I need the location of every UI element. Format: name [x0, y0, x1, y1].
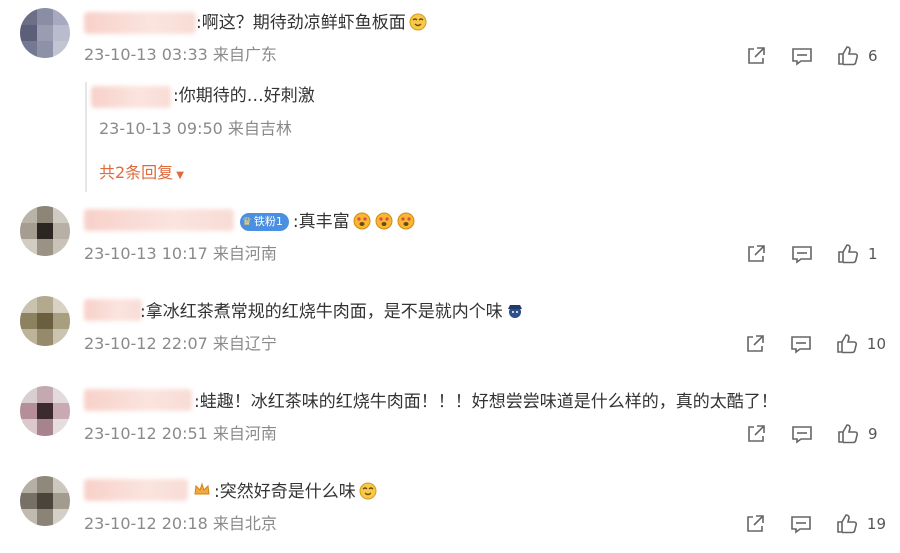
comment-actions: 1	[744, 241, 886, 267]
avatar[interactable]	[20, 476, 70, 526]
fan-crown-icon: ♛	[242, 215, 252, 228]
comment-icon[interactable]	[790, 44, 814, 68]
comment-text: ♛ 铁粉1:真丰富	[236, 210, 416, 234]
fan-badge: ♛ 铁粉1	[240, 213, 289, 231]
more-replies-link[interactable]: 共2条回复 ▼	[99, 159, 184, 183]
comment-icon[interactable]	[789, 332, 813, 356]
like-count: 9	[868, 425, 878, 443]
comment-text: :啊这？期待劲凉鲜虾鱼板面	[196, 11, 428, 35]
username[interactable]	[84, 479, 188, 501]
thumbs-up-icon[interactable]	[835, 332, 859, 356]
reply-meta: 23-10-13 09:50 来自吉林	[99, 119, 292, 138]
reply-text: :你期待的…好刺激	[173, 86, 315, 106]
avatar[interactable]	[20, 8, 70, 58]
comment-icon[interactable]	[790, 422, 814, 446]
emoji-icon	[409, 13, 427, 31]
fan-crown-icon	[194, 482, 210, 495]
comment-actions: 19	[743, 511, 886, 537]
username[interactable]	[84, 299, 142, 321]
comment-meta: 23-10-12 20:18 来自北京	[84, 514, 277, 533]
comment-actions: 6	[744, 43, 886, 69]
comment-text: :拿冰红茶煮常规的红烧牛肉面，是不是就内个味	[140, 300, 525, 324]
avatar[interactable]	[20, 386, 70, 436]
thumbs-up-icon[interactable]	[835, 512, 859, 536]
reply-username[interactable]	[91, 86, 171, 108]
share-icon[interactable]	[744, 242, 768, 266]
comment-icon[interactable]	[789, 512, 813, 536]
share-icon[interactable]	[744, 44, 768, 68]
reply-thread: :你期待的…好刺激 23-10-13 09:50 来自吉林 共2条回复 ▼	[85, 82, 885, 192]
comment-meta: 23-10-13 03:33 来自广东	[84, 45, 277, 64]
like-count: 6	[868, 47, 878, 65]
avatar[interactable]	[20, 296, 70, 346]
share-icon[interactable]	[744, 422, 768, 446]
comment-actions: 10	[743, 331, 886, 357]
share-icon[interactable]	[743, 512, 767, 536]
emoji-icon	[375, 212, 393, 230]
comment-text: :突然好奇是什么味	[190, 480, 378, 504]
comment-actions: 9	[744, 421, 886, 447]
thumbs-up-icon[interactable]	[836, 242, 860, 266]
comment-meta: 23-10-12 22:07 来自辽宁	[84, 334, 277, 353]
emoji-icon	[507, 305, 522, 318]
like-count: 19	[866, 515, 886, 533]
username[interactable]	[84, 389, 192, 411]
avatar[interactable]	[20, 206, 70, 256]
username[interactable]	[84, 209, 234, 231]
username[interactable]	[84, 12, 196, 34]
thumbs-up-icon[interactable]	[836, 422, 860, 446]
emoji-icon	[353, 212, 371, 230]
comment-icon[interactable]	[790, 242, 814, 266]
caret-down-icon: ▼	[176, 170, 184, 181]
comment-meta: 23-10-12 20:51 来自河南	[84, 424, 277, 443]
emoji-icon	[397, 212, 415, 230]
like-count: 10	[866, 335, 886, 353]
comment-text: :蛙趣！冰红茶味的红烧牛肉面！！！好想尝尝味道是什么样的，真的太酷了！	[194, 392, 778, 412]
thumbs-up-icon[interactable]	[836, 44, 860, 68]
emoji-icon	[359, 482, 377, 500]
comment-meta: 23-10-13 10:17 来自河南	[84, 244, 277, 263]
share-icon[interactable]	[743, 332, 767, 356]
like-count: 1	[868, 245, 878, 263]
